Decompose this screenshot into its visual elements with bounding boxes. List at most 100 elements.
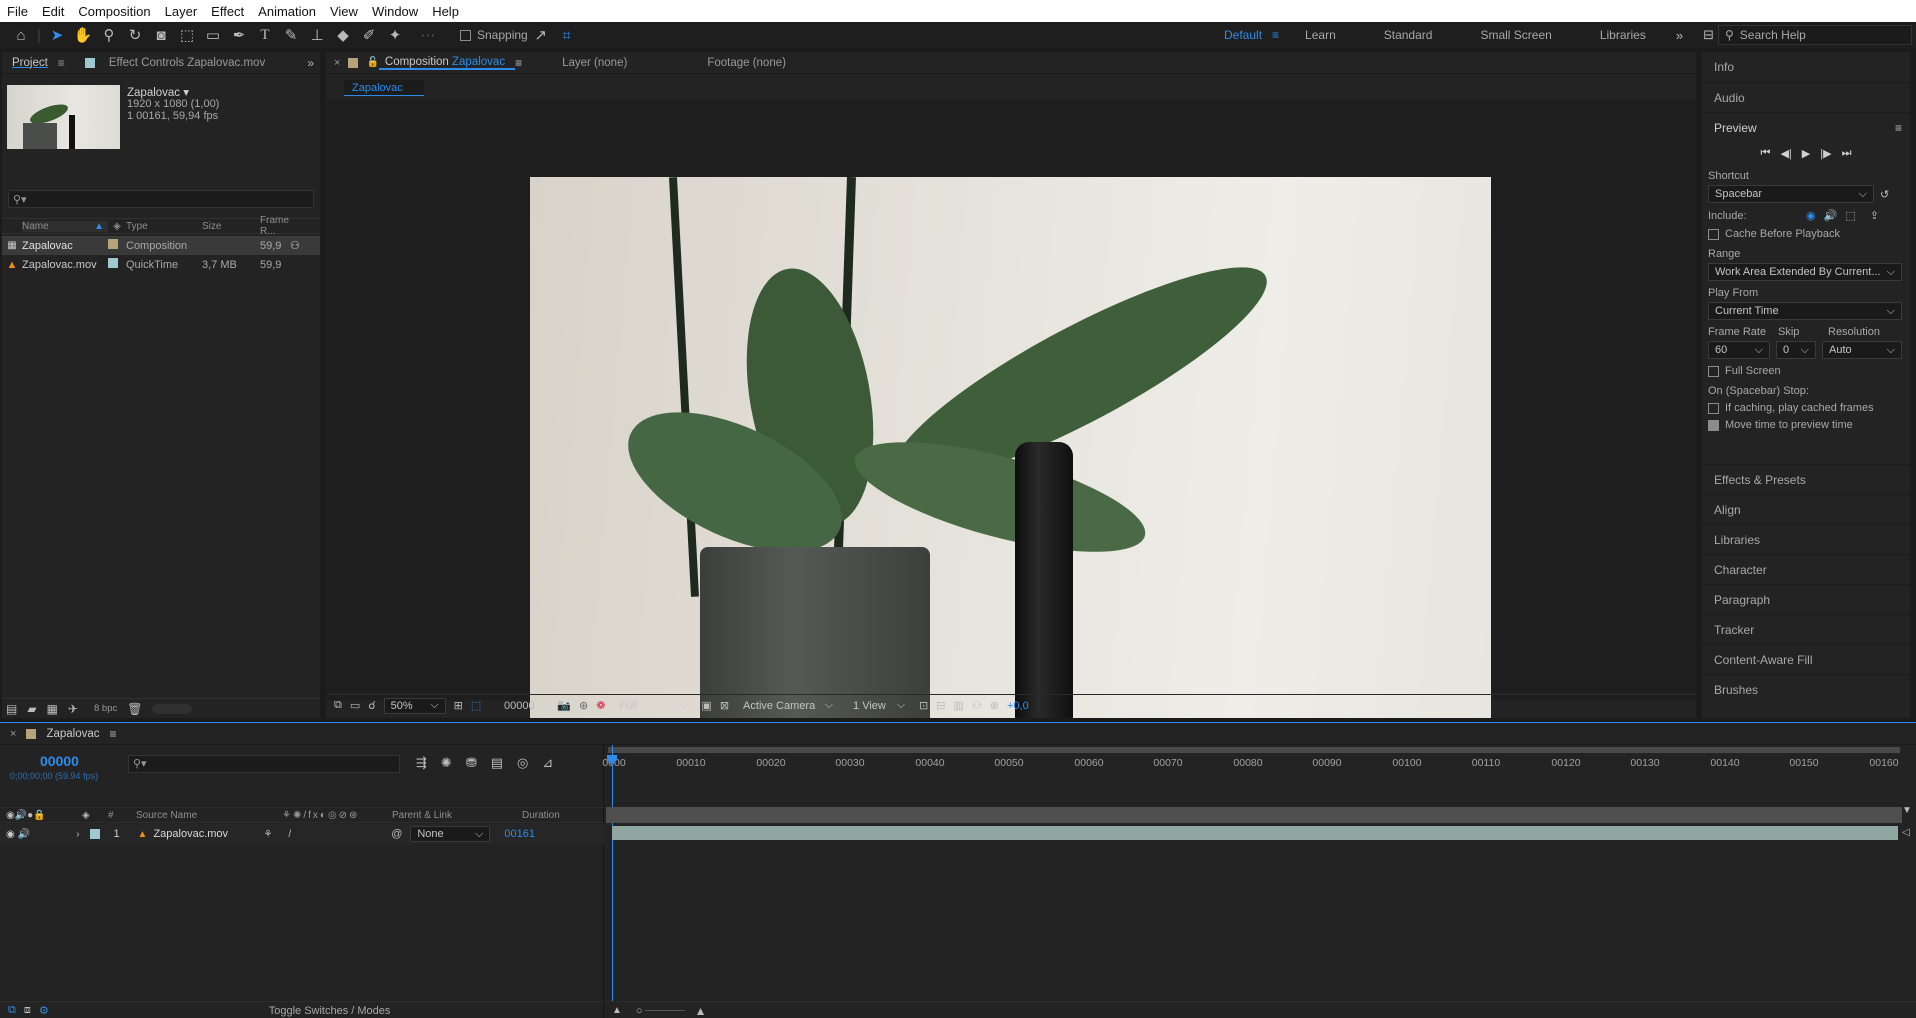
layer-name[interactable]: Zapalovac.mov [153, 828, 263, 840]
next-frame-icon[interactable]: |▶ [1820, 147, 1831, 160]
label-color[interactable] [108, 239, 126, 252]
pick-whip-icon[interactable]: @ [391, 828, 402, 840]
workspace-small-screen[interactable]: Small Screen [1480, 28, 1551, 42]
content-aware-fill-panel[interactable]: Content-Aware Fill [1702, 644, 1910, 674]
timeline-current-time[interactable]: 00000 [40, 753, 79, 769]
workspace-edit-icon[interactable]: ⊟ [1703, 27, 1714, 43]
brush-tool-icon[interactable]: ✎ [278, 22, 304, 48]
layer-duration[interactable]: 00161 [504, 828, 535, 840]
zoom-tool-icon[interactable]: ⚲ [96, 22, 122, 48]
paragraph-panel[interactable]: Paragraph [1702, 584, 1910, 614]
selection-tool-icon[interactable]: ➤ [44, 22, 70, 48]
resolution-dropdown[interactable]: Auto ⌵ [1822, 341, 1902, 359]
menu-window[interactable]: Window [365, 4, 425, 19]
column-frame-rate[interactable]: Frame R... [260, 215, 300, 237]
tab-footage[interactable]: Footage (none) [697, 57, 796, 69]
draft-3d-icon[interactable]: ✺ [441, 755, 452, 771]
cache-before-playback[interactable]: Cache Before Playback [1708, 228, 1904, 240]
pan-behind-tool-icon[interactable]: ⬚ [174, 22, 200, 48]
tab-layer[interactable]: Layer (none) [552, 57, 637, 69]
include-overlays-icon[interactable]: ⬚ [1845, 209, 1855, 222]
menu-help[interactable]: Help [425, 4, 466, 19]
roto-brush-tool-icon[interactable]: ✐ [356, 22, 382, 48]
camera-dropdown[interactable]: Active Camera ⌵ [737, 698, 839, 714]
project-item-name[interactable]: Zapalovac ▾ [127, 85, 189, 99]
full-screen-checkbox[interactable]: Full Screen [1708, 365, 1904, 377]
audio-icon[interactable]: 🔊 [18, 829, 30, 840]
play-from-dropdown[interactable]: Current Time ⌵ [1708, 302, 1902, 320]
region-of-interest-icon[interactable]: ⊞ [454, 699, 463, 712]
home-icon[interactable]: ⌂ [8, 22, 34, 48]
close-icon[interactable]: × [10, 728, 16, 740]
show-snapshot-icon[interactable]: ⊛ [579, 699, 588, 712]
character-panel[interactable]: Character [1702, 554, 1910, 584]
move-time-checkbox[interactable]: Move time to preview time [1708, 419, 1904, 431]
transparency-grid-icon[interactable]: ⬚ [471, 699, 481, 712]
graph-editor-icon[interactable]: ⊿ [542, 755, 553, 771]
viewer-area[interactable] [326, 100, 1696, 718]
panel-overflow-icon[interactable]: » [307, 56, 314, 70]
fast-previews-icon[interactable]: ▣ [701, 699, 711, 712]
workspace-libraries[interactable]: Libraries [1600, 28, 1646, 42]
current-time-display[interactable]: 00000 [489, 700, 549, 712]
comp-marker-icon[interactable]: ▼ [1902, 805, 1912, 816]
brushes-panel[interactable]: Brushes [1702, 674, 1910, 704]
table-row[interactable]: ◉ 🔊 › 1 ▲ Zapalovac.mov ⚘ / @ None ⌵ 0016… [0, 824, 604, 844]
snap-features-icon[interactable]: ⌗ [554, 22, 580, 48]
parent-dropdown[interactable]: None ⌵ [410, 826, 491, 842]
lock-icon[interactable]: 🔓 [366, 57, 378, 68]
exposure-value[interactable]: +0,0 [1007, 700, 1029, 712]
snapping-checkbox[interactable] [460, 29, 471, 41]
pen-tool-icon[interactable]: ✒ [226, 22, 252, 48]
shy-switch-icon[interactable]: ⚘ [263, 829, 272, 840]
menu-animation[interactable]: Animation [251, 4, 323, 19]
workspace-learn[interactable]: Learn [1305, 28, 1336, 42]
more-workspaces-icon[interactable]: » [1676, 28, 1683, 43]
snap-edges-icon[interactable]: ↗ [528, 22, 554, 48]
column-type[interactable]: Type [126, 221, 202, 232]
thumbnail-scrollbar[interactable] [152, 703, 193, 714]
zoom-in-icon[interactable]: ▲ [695, 1004, 707, 1018]
tab-composition[interactable]: Composition Zapalovac [378, 56, 516, 70]
timeline-icon[interactable]: ▥ [953, 699, 963, 712]
info-panel-header[interactable]: Info [1702, 52, 1910, 82]
toggle-switches-modes-button[interactable]: Toggle Switches / Modes [269, 1005, 391, 1017]
play-icon[interactable]: ▶ [1802, 147, 1810, 160]
layer-end-icon[interactable]: ◁ [1902, 827, 1910, 838]
layer-switches-toggle-icon[interactable]: ⧉ [8, 1004, 16, 1017]
snapping-toggle[interactable]: Snapping [460, 28, 528, 42]
list-item[interactable]: ▦ Zapalovac Composition 59,9 ⚇ [2, 236, 320, 255]
new-folder-icon[interactable]: ▰ [27, 702, 36, 716]
zoom-out-icon[interactable]: ▲ [612, 1005, 622, 1016]
zoom-slider-handle-icon[interactable]: ○ [636, 1005, 643, 1017]
tracker-panel[interactable]: Tracker [1702, 614, 1910, 644]
tab-effect-controls[interactable]: Effect Controls Zapalovac.mov [99, 57, 275, 69]
menu-view[interactable]: View [323, 4, 365, 19]
menu-composition[interactable]: Composition [71, 4, 157, 19]
preview-panel-header[interactable]: Preview ≡ [1702, 112, 1910, 142]
shortcut-dropdown[interactable]: Spacebar ⌵ [1708, 185, 1874, 203]
audio-panel-header[interactable]: Audio [1702, 82, 1910, 112]
menu-file[interactable]: File [0, 4, 35, 19]
column-source-name[interactable]: Source Name [112, 810, 242, 821]
timeline-search-input[interactable]: ⚲▾ [128, 755, 400, 773]
type-tool-icon[interactable]: T [252, 22, 278, 48]
workspace-default[interactable]: Default [1224, 28, 1262, 42]
skip-dropdown[interactable]: 0 ⌵ [1776, 341, 1816, 359]
timeline-menu-icon[interactable]: ≡ [110, 727, 117, 741]
include-audio-icon[interactable]: 🔊 [1824, 209, 1838, 222]
label-color[interactable] [108, 258, 126, 271]
frame-blending-icon[interactable]: ▤ [491, 755, 503, 771]
interpret-footage-icon[interactable]: ▤ [6, 702, 17, 716]
work-area-bar[interactable] [608, 747, 1900, 753]
transfer-controls-toggle-icon[interactable]: ⧈ [24, 1004, 31, 1017]
composition-breadcrumb[interactable]: Zapalovac [344, 80, 424, 96]
project-search-input[interactable]: ⚲▾ [8, 190, 314, 208]
3d-view-icon[interactable]: ⊡ [919, 699, 928, 712]
range-dropdown[interactable]: Work Area Extended By Current... ⌵ [1708, 263, 1902, 281]
shy-layers-icon[interactable]: ⛃ [466, 755, 477, 771]
last-frame-icon[interactable]: ⏭ [1842, 147, 1852, 160]
video-visibility-icon[interactable]: ◉ [6, 829, 15, 840]
trash-icon[interactable]: 🗑 [127, 702, 142, 716]
libraries-panel[interactable]: Libraries [1702, 524, 1910, 554]
